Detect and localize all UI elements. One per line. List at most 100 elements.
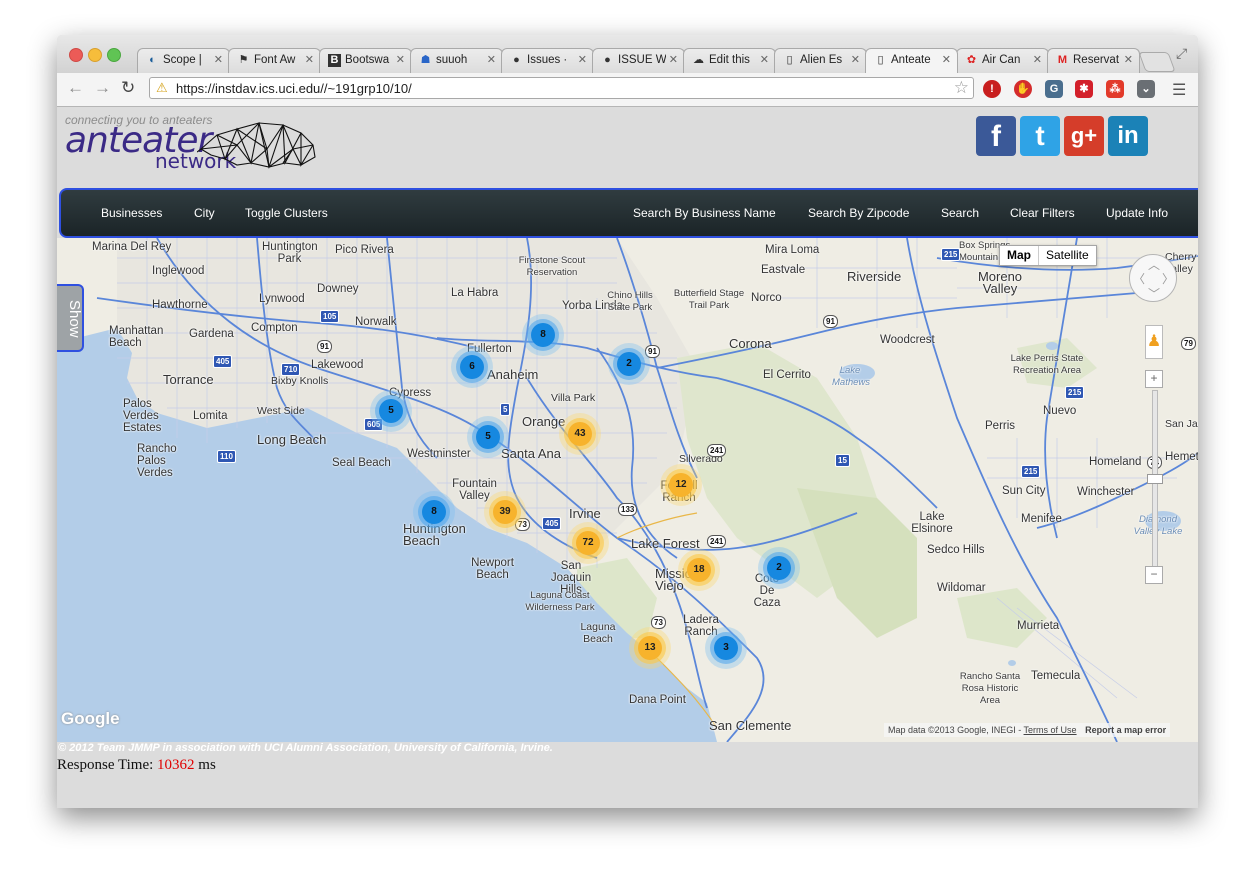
place-label: Fountain Valley [452, 478, 497, 502]
browser-tab[interactable]: ● ISSUE W ✕ [592, 48, 685, 73]
extension-icon[interactable]: ! [983, 80, 1001, 98]
browser-tab[interactable]: ⚑ Font Aw ✕ [228, 48, 321, 73]
map-cluster-marker[interactable]: 13 [638, 636, 662, 660]
facebook-button[interactable]: f [976, 116, 1016, 156]
terms-of-use-link[interactable]: Terms of Use [1024, 725, 1077, 735]
close-tab-icon[interactable]: ✕ [942, 53, 951, 66]
map-cluster-marker[interactable]: 12 [669, 473, 693, 497]
pan-control[interactable]: ︿ ﹀ 〈 〉 [1129, 254, 1177, 302]
map-cluster-marker[interactable]: 43 [568, 422, 592, 446]
zoom-out-button[interactable]: − [1145, 566, 1163, 584]
back-arrow-icon[interactable]: ← [67, 78, 84, 98]
fullscreen-icon[interactable]: ⤢ [1176, 45, 1187, 62]
browser-tab[interactable]: ✿ Air Can ✕ [956, 48, 1049, 73]
nav-search-by-business-name[interactable]: Search By Business Name [633, 206, 776, 220]
close-tab-icon[interactable]: ✕ [396, 53, 405, 66]
place-label: Lakewood [311, 359, 364, 371]
lastpass-icon[interactable]: ✱ [1075, 80, 1093, 98]
place-label: Bixby Knolls [271, 375, 329, 387]
close-tab-icon[interactable]: ✕ [1124, 53, 1133, 66]
report-map-error-link[interactable]: Report a map error [1085, 725, 1166, 735]
forward-arrow-icon[interactable]: → [94, 78, 111, 98]
cloud-favicon-icon: ☁ [693, 54, 704, 66]
tab-label: Scope | [163, 54, 202, 66]
place-label: Hemet [1165, 451, 1198, 463]
map-cluster-marker[interactable]: 8 [422, 500, 446, 524]
map-cluster-marker[interactable]: 6 [460, 355, 484, 379]
close-tab-icon[interactable]: ✕ [214, 53, 223, 66]
adblock-icon[interactable]: ✋ [1014, 80, 1032, 98]
nav-toggle-clusters[interactable]: Toggle Clusters [245, 206, 328, 220]
map-type-control: Map Satellite [999, 245, 1097, 266]
zoom-in-button[interactable]: + [1145, 370, 1163, 388]
zoom-slider-handle[interactable] [1147, 474, 1163, 484]
map-type-map-button[interactable]: Map [1000, 246, 1039, 265]
minimize-window-button[interactable] [88, 48, 102, 62]
pan-down-icon[interactable]: ﹀ [1148, 285, 1160, 302]
map-cluster-marker[interactable]: 8 [531, 323, 555, 347]
place-label: Nuevo [1043, 405, 1077, 417]
reload-icon[interactable]: ↻ [121, 78, 135, 98]
close-tab-icon[interactable]: ✕ [760, 53, 769, 66]
pocket-icon[interactable]: ⌄ [1137, 80, 1155, 98]
map-cluster-marker[interactable]: 2 [617, 352, 641, 376]
close-tab-icon[interactable]: ✕ [578, 53, 587, 66]
place-label: Norco [751, 292, 782, 304]
map-canvas[interactable]: Marina Del Rey Inglewood Hawthorne Manha… [57, 238, 1198, 742]
document-favicon-icon: ▯ [786, 54, 793, 66]
place-label: Laguna Coast Wilderness Park [525, 590, 595, 613]
translate-extension-icon[interactable]: G [1045, 80, 1063, 98]
pan-right-icon[interactable]: 〉 [1162, 270, 1174, 287]
air-canada-favicon-icon: ✿ [966, 54, 977, 66]
state-route-shield-icon: 91 [645, 345, 660, 358]
response-time-unit: ms [198, 757, 216, 773]
close-tab-icon[interactable]: ✕ [669, 53, 678, 66]
new-tab-button[interactable] [1138, 52, 1176, 72]
pan-up-icon[interactable]: ︿ [1148, 256, 1160, 273]
linkedin-button[interactable]: in [1108, 116, 1148, 156]
twitter-button[interactable]: t [1020, 116, 1060, 156]
map-cluster-marker[interactable]: 5 [379, 399, 403, 423]
zoom-window-button[interactable] [107, 48, 121, 62]
interstate-shield-icon: 110 [217, 450, 236, 463]
map-cluster-marker[interactable]: 3 [714, 636, 738, 660]
nav-clear-filters[interactable]: Clear Filters [1010, 206, 1075, 220]
nav-search-by-zipcode[interactable]: Search By Zipcode [808, 206, 909, 220]
map-type-satellite-button[interactable]: Satellite [1039, 246, 1096, 265]
close-window-button[interactable] [69, 48, 83, 62]
browser-tab-active[interactable]: ▯ Anteate ✕ [865, 48, 958, 73]
map-cluster-marker[interactable]: 72 [576, 531, 600, 555]
map-cluster-marker[interactable]: 18 [687, 558, 711, 582]
browser-tab[interactable]: ● Issues · ✕ [501, 48, 594, 73]
map-cluster-marker[interactable]: 39 [493, 500, 517, 524]
close-tab-icon[interactable]: ✕ [487, 53, 496, 66]
place-label: Palos Verdes Estates [123, 398, 162, 434]
grid-extension-icon[interactable]: ⁂ [1106, 80, 1124, 98]
close-tab-icon[interactable]: ✕ [851, 53, 860, 66]
browser-tab[interactable]: ☗ suuoh ✕ [410, 48, 503, 73]
map-cluster-marker[interactable]: 2 [767, 556, 791, 580]
browser-tab[interactable]: ▯ Alien Es ✕ [774, 48, 867, 73]
browser-tab[interactable]: M Reservat ✕ [1047, 48, 1140, 73]
nav-city[interactable]: City [194, 206, 215, 220]
bookmark-star-icon[interactable]: ☆ [954, 78, 969, 98]
place-label: Temecula [1031, 670, 1081, 682]
google-plus-button[interactable]: g+ [1064, 116, 1104, 156]
place-label: Huntington Park [262, 241, 318, 265]
place-label: Lynwood [259, 293, 305, 305]
browser-tab[interactable]: B Bootswa ✕ [319, 48, 412, 73]
menu-icon[interactable]: ☰ [1172, 80, 1186, 100]
show-panel-tab[interactable]: Show [57, 284, 84, 352]
nav-search[interactable]: Search [941, 206, 979, 220]
close-tab-icon[interactable]: ✕ [305, 53, 314, 66]
pan-left-icon[interactable]: 〈 [1133, 270, 1145, 287]
map-cluster-marker[interactable]: 5 [476, 425, 500, 449]
browser-tab[interactable]: ☁ Edit this ✕ [683, 48, 776, 73]
place-label: Irvine [569, 506, 601, 521]
close-tab-icon[interactable]: ✕ [1033, 53, 1042, 66]
nav-update-info[interactable]: Update Info [1106, 206, 1168, 220]
street-view-pegman-icon[interactable]: ♟ [1145, 325, 1163, 359]
nav-businesses[interactable]: Businesses [101, 206, 162, 220]
address-bar[interactable]: ⚠ https://instdav.ics.uci.edu//~191grp10… [149, 77, 974, 99]
browser-tab[interactable]: ◐ Scope | ✕ [137, 48, 230, 73]
